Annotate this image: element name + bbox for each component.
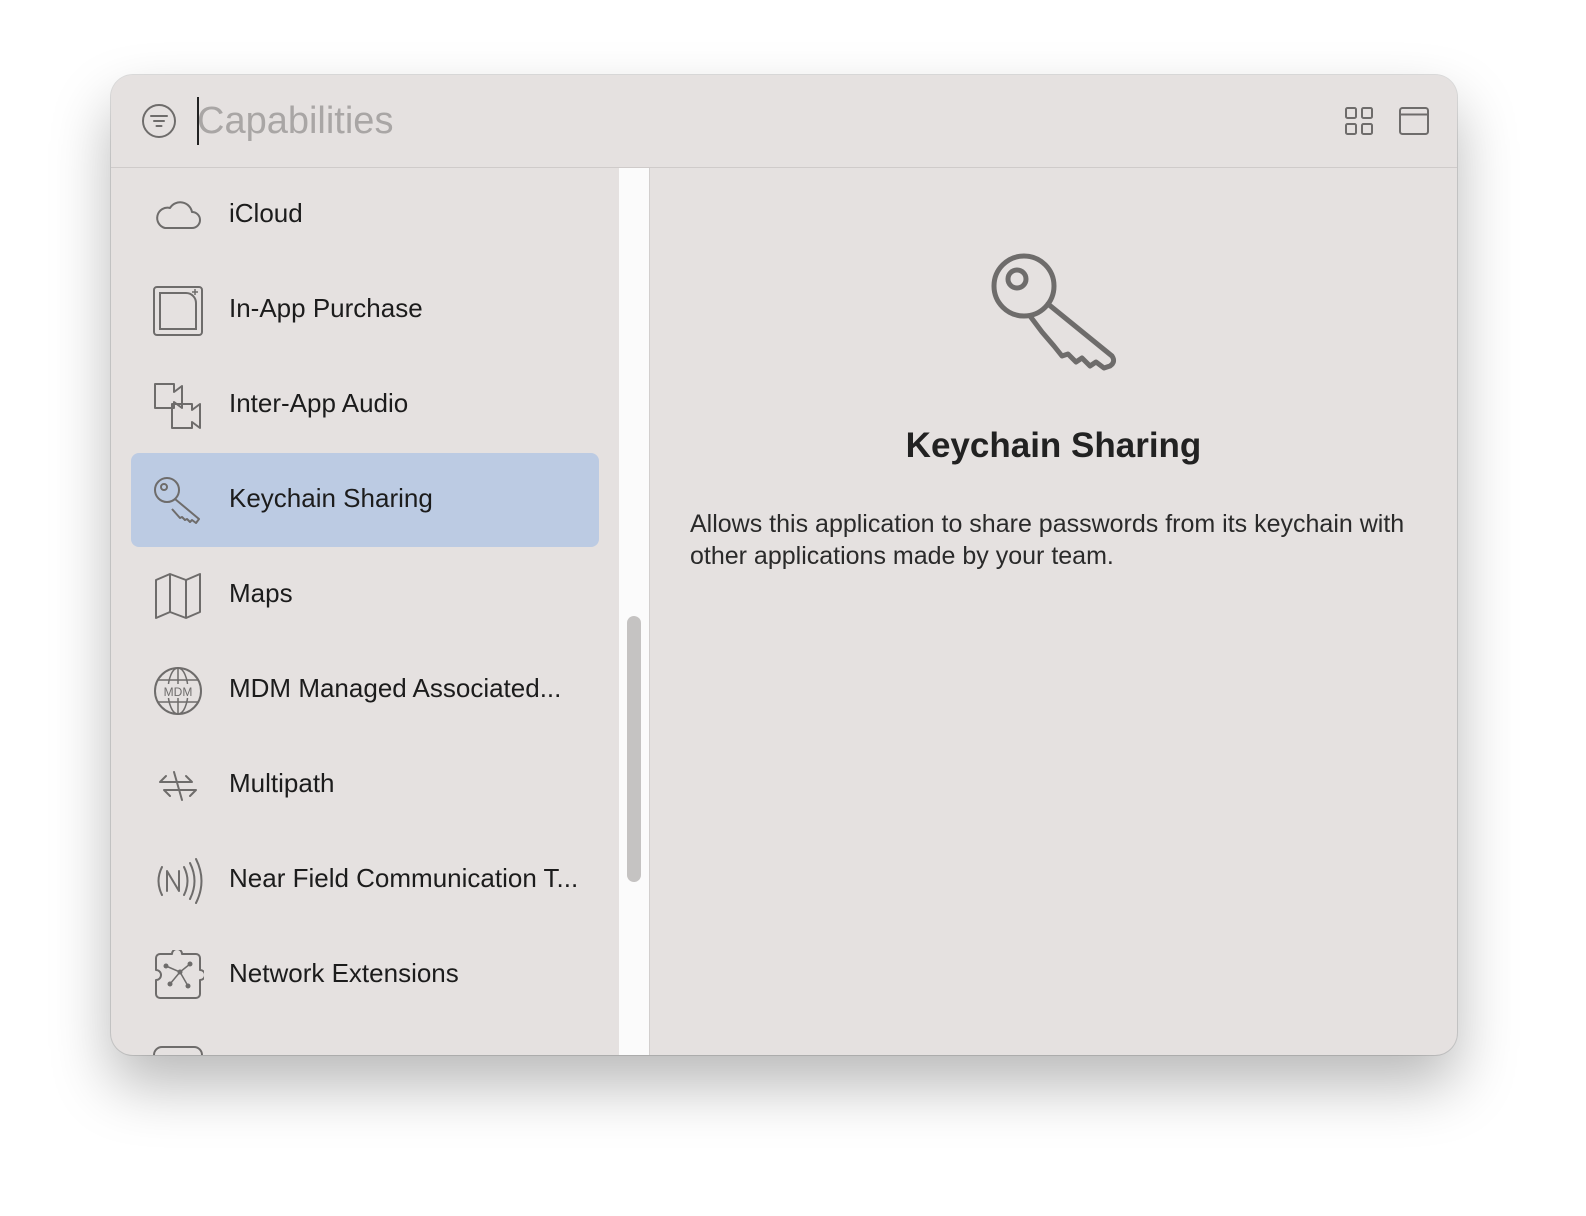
sidebar-scrollbar[interactable] <box>619 168 650 1055</box>
inter-app-audio-icon <box>154 383 201 429</box>
capabilities-window: iCloud In-App Purchase Inter-App Audio <box>111 75 1457 1055</box>
list-item-label: Network Extensions <box>229 958 459 988</box>
detail-pane: Keychain Sharing Allows this application… <box>650 168 1457 1055</box>
list-item-nfc[interactable]: Near Field Communication T... <box>131 833 599 927</box>
mdm-globe-icon: MDM <box>154 667 202 715</box>
rounded-rect-icon <box>153 1046 203 1055</box>
list-item-inter-app-audio[interactable]: Inter-App Audio <box>131 358 599 452</box>
list-item-label: iCloud <box>229 198 303 228</box>
list-item-icloud[interactable]: iCloud <box>131 168 599 262</box>
key-icon <box>991 253 1117 371</box>
list-item-label: MDM Managed Associated... <box>229 673 562 703</box>
scrollbar-thumb[interactable] <box>627 616 641 882</box>
list-item-label: Near Field Communication T... <box>229 863 579 893</box>
detail-description: Allows this application to share passwor… <box>690 510 1405 570</box>
grid-view-icon[interactable] <box>1343 105 1375 137</box>
key-icon <box>154 477 200 524</box>
list-item-multipath[interactable]: Multipath <box>131 738 599 832</box>
cloud-icon <box>156 201 201 229</box>
search-input[interactable] <box>197 93 1297 149</box>
list-item-label: Inter-App Audio <box>229 388 409 418</box>
capabilities-list: iCloud In-App Purchase Inter-App Audio K… <box>111 168 619 1055</box>
map-icon <box>155 573 201 619</box>
toolbar <box>111 75 1457 168</box>
list-item-partial[interactable] <box>131 1023 599 1055</box>
list-item-label: Keychain Sharing <box>229 483 433 513</box>
list-item-mdm-managed-associated[interactable]: MDM MDM Managed Associated... <box>131 643 599 737</box>
list-item-label: In-App Purchase <box>229 293 423 323</box>
filter-icon[interactable] <box>141 103 177 139</box>
list-item-keychain-sharing[interactable]: Keychain Sharing <box>131 453 599 547</box>
in-app-purchase-icon <box>153 286 203 336</box>
window-icon[interactable] <box>1398 105 1430 137</box>
detail-title: Keychain Sharing <box>905 426 1202 465</box>
list-item-label: Multipath <box>229 768 335 798</box>
multipath-arrows-icon <box>159 771 197 801</box>
list-item-network-extensions[interactable]: Network Extensions <box>131 928 599 1022</box>
svg-text:MDM: MDM <box>164 685 193 699</box>
text-caret <box>197 97 199 145</box>
network-extensions-icon <box>155 950 204 999</box>
list-item-maps[interactable]: Maps <box>131 548 599 642</box>
list-item-in-app-purchase[interactable]: In-App Purchase <box>131 263 599 357</box>
list-item-label: Maps <box>229 578 293 608</box>
nfc-icon <box>157 858 203 904</box>
